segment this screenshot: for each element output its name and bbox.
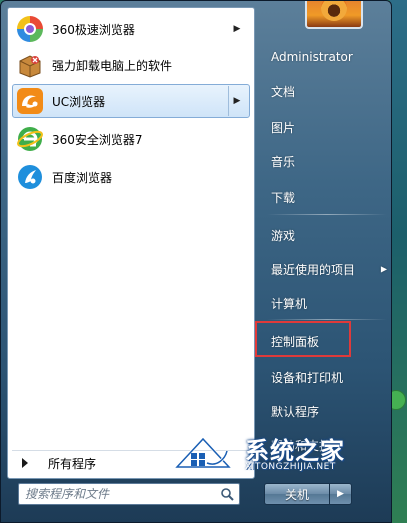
right-item-devices-printers[interactable]: 设备和打印机 xyxy=(263,361,389,393)
shutdown-button[interactable]: 关机 xyxy=(264,483,330,505)
pictures-label: 图片 xyxy=(271,120,296,135)
devices-printers-label: 设备和打印机 xyxy=(271,370,344,385)
recent-items-label: 最近使用的项目 xyxy=(271,262,356,277)
search-icon[interactable] xyxy=(218,485,236,503)
right-item-games[interactable]: 游戏 xyxy=(263,219,389,251)
expand-triangle-icon xyxy=(22,458,28,468)
computer-label: 计算机 xyxy=(271,296,308,311)
programs-pane: 360极速浏览器 ▶ 强力卸载电脑上的软件 UC浏览器 ▶ 360安全浏览器7 … xyxy=(7,7,255,479)
separator xyxy=(267,319,387,320)
baidu-browser-icon xyxy=(15,162,45,192)
program-item-uc-browser[interactable]: UC浏览器 ▶ xyxy=(12,84,250,118)
program-item-baidu-browser[interactable]: 百度浏览器 xyxy=(12,160,250,194)
uc-browser-icon xyxy=(15,86,45,116)
program-item-uninstaller[interactable]: 强力卸载电脑上的软件 xyxy=(12,48,250,82)
shutdown-options-arrow-icon[interactable]: ▶ xyxy=(330,483,352,505)
360-safe-browser-icon xyxy=(15,124,45,154)
program-item-360-safe-browser[interactable]: 360安全浏览器7 xyxy=(12,122,250,156)
program-item-360-speed-browser[interactable]: 360极速浏览器 ▶ xyxy=(12,12,250,46)
search-input[interactable] xyxy=(19,485,218,503)
control-panel-highlight-box xyxy=(255,321,351,357)
music-label: 音乐 xyxy=(271,154,296,169)
help-support-label: 帮助和支持 xyxy=(271,438,332,453)
separator xyxy=(267,214,387,215)
downloads-label: 下载 xyxy=(271,190,296,205)
submenu-arrow-icon[interactable]: ▶ xyxy=(228,86,245,116)
program-label: 强力卸载电脑上的软件 xyxy=(52,58,173,73)
uninstall-box-icon xyxy=(15,50,45,80)
360-speed-browser-icon xyxy=(15,14,45,44)
user-name-link[interactable]: Administrator xyxy=(263,41,389,73)
user-account-picture[interactable] xyxy=(305,1,363,29)
program-label: UC浏览器 xyxy=(52,94,106,109)
documents-label: 文档 xyxy=(271,84,296,99)
right-item-computer[interactable]: 计算机 xyxy=(263,287,389,319)
right-item-help-support[interactable]: 帮助和支持 xyxy=(263,429,389,461)
right-item-documents[interactable]: 文档 xyxy=(263,75,389,107)
right-item-downloads[interactable]: 下载 xyxy=(263,181,389,213)
submenu-arrow-icon[interactable]: ▶ xyxy=(229,14,245,44)
start-menu: 360极速浏览器 ▶ 强力卸载电脑上的软件 UC浏览器 ▶ 360安全浏览器7 … xyxy=(0,0,392,523)
games-label: 游戏 xyxy=(271,228,296,243)
right-item-pictures[interactable]: 图片 xyxy=(263,111,389,143)
all-programs-button[interactable]: 所有程序 xyxy=(12,450,250,475)
watermark-subtitle: XITONGZHIJIA.NET xyxy=(245,462,336,472)
right-item-music[interactable]: 音乐 xyxy=(263,145,389,177)
program-label: 360极速浏览器 xyxy=(52,22,135,37)
submenu-arrow-icon: ▶ xyxy=(380,264,387,274)
desktop-background xyxy=(390,0,407,523)
program-label: 百度浏览器 xyxy=(52,170,113,185)
search-box[interactable] xyxy=(18,483,240,505)
right-item-default-programs[interactable]: 默认程序 xyxy=(263,395,389,427)
user-name-label: Administrator xyxy=(271,50,353,64)
right-item-recent-items[interactable]: 最近使用的项目 ▶ xyxy=(263,253,389,285)
all-programs-label: 所有程序 xyxy=(48,456,97,471)
default-programs-label: 默认程序 xyxy=(271,404,320,419)
program-label: 360安全浏览器7 xyxy=(52,132,143,147)
shutdown-group: 关机 ▶ xyxy=(264,483,354,505)
